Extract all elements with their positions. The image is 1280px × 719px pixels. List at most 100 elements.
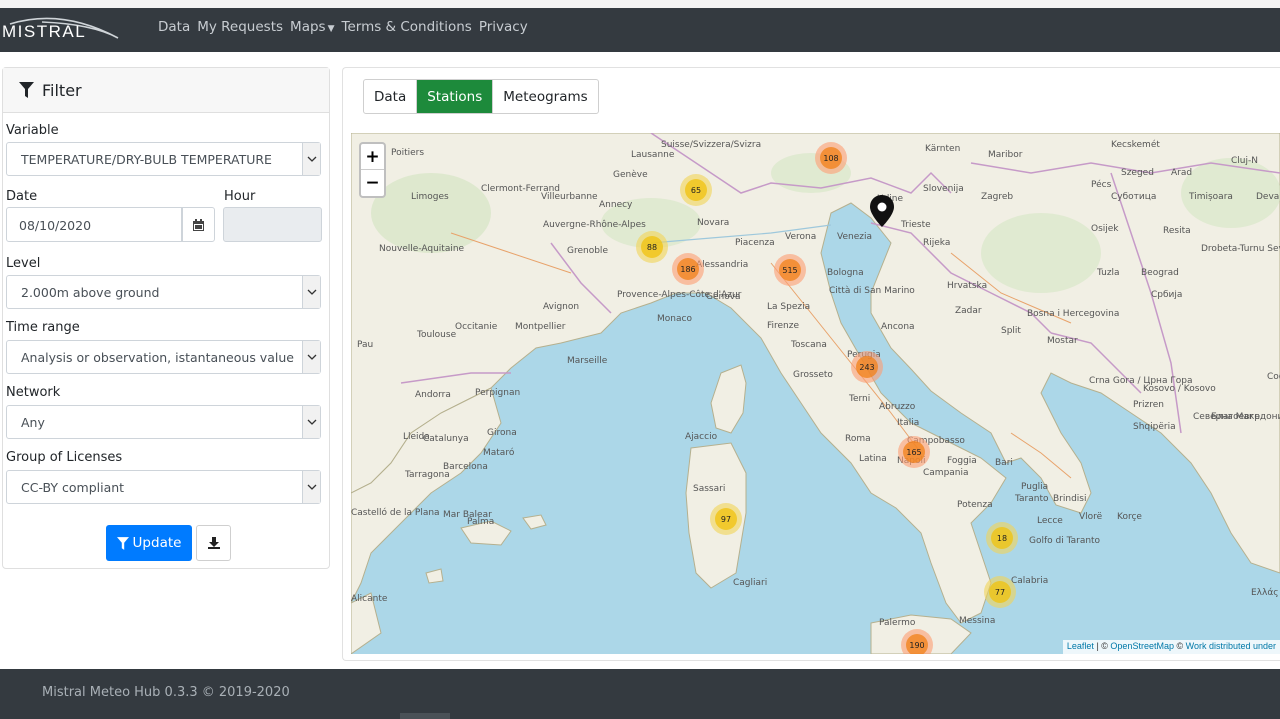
variable-value: TEMPERATURE/DRY-BULB TEMPERATURE xyxy=(21,152,272,167)
footer-text: Mistral Meteo Hub 0.3.3 © 2019-2020 xyxy=(42,685,290,700)
place-label: Provence-Alpes-Côte d'Azur xyxy=(617,289,742,300)
place-label: Italia xyxy=(897,418,919,428)
place-label: Auvergne-Rhône-Alpes xyxy=(543,219,646,230)
nav-maps[interactable]: Maps ▼ xyxy=(290,19,334,35)
nav-maps-label: Maps xyxy=(290,19,326,35)
place-label: Terni xyxy=(848,394,870,404)
station-cluster[interactable]: 186 xyxy=(672,253,704,285)
timerange-value: Analysis or observation, istantaneous va… xyxy=(21,350,294,365)
level-select[interactable]: 2.000m above ground xyxy=(6,275,321,309)
nav-data[interactable]: Data xyxy=(158,19,190,35)
place-label: Tuzla xyxy=(1096,268,1120,278)
cluster-count: 165 xyxy=(906,448,921,457)
download-button[interactable] xyxy=(196,525,231,561)
place-label: Montpellier xyxy=(515,322,566,332)
update-button[interactable]: Update xyxy=(106,525,192,561)
tab-meteograms[interactable]: Meteograms xyxy=(493,80,597,113)
station-cluster[interactable]: 243 xyxy=(851,351,883,383)
cluster-count: 65 xyxy=(691,186,701,195)
place-label: Potenza xyxy=(957,500,993,510)
place-label: Novara xyxy=(697,218,729,228)
place-label: Shqipëria xyxy=(1133,422,1176,432)
nav-terms[interactable]: Terms & Conditions xyxy=(342,19,472,35)
place-label: Occitanie xyxy=(455,322,498,332)
map-canvas: PoitiersLimogesClermont-FerrandVilleurba… xyxy=(351,133,1280,654)
place-label: Messina xyxy=(959,616,995,626)
place-label: Rijeka xyxy=(923,238,950,248)
place-label: Szeged xyxy=(1121,168,1154,178)
zoom-out-button[interactable]: − xyxy=(361,170,384,196)
hour-label: Hour xyxy=(224,189,256,204)
variable-select[interactable]: TEMPERATURE/DRY-BULB TEMPERATURE xyxy=(6,142,321,176)
place-label: Deva xyxy=(1256,192,1279,202)
timerange-select[interactable]: Analysis or observation, istantaneous va… xyxy=(6,340,321,374)
place-label: Grenoble xyxy=(567,246,608,256)
place-label: Pau xyxy=(357,340,373,350)
station-cluster[interactable]: 515 xyxy=(774,254,806,286)
tab-stations[interactable]: Stations xyxy=(417,80,494,113)
place-label: Alicante xyxy=(351,594,388,604)
brand-logo[interactable]: MISTRAL xyxy=(2,14,122,46)
attribution-sep: | © xyxy=(1093,641,1111,651)
filter-title: Filter xyxy=(42,80,82,100)
place-label: Ajaccio xyxy=(685,432,718,442)
station-cluster[interactable]: 18 xyxy=(986,522,1018,554)
place-label: Bari xyxy=(995,458,1013,468)
place-label: Bosna i Hercegovina xyxy=(1027,309,1119,319)
place-label: Trieste xyxy=(900,220,931,230)
nav-privacy[interactable]: Privacy xyxy=(479,19,528,35)
license-select[interactable]: CC-BY compliant xyxy=(6,470,321,504)
station-cluster[interactable]: 65 xyxy=(680,174,712,206)
station-cluster[interactable]: 77 xyxy=(984,576,1016,608)
nav-my-requests[interactable]: My Requests xyxy=(197,19,283,35)
place-label: Mostar xyxy=(1047,336,1078,346)
place-label: Foggia xyxy=(947,456,977,466)
place-label: Monaco xyxy=(657,314,692,324)
place-label: Toulouse xyxy=(416,330,457,340)
place-label: Drobeta-Turnu Severin xyxy=(1201,244,1280,254)
filter-icon xyxy=(116,536,129,550)
calendar-button[interactable] xyxy=(182,207,215,242)
leaflet-link[interactable]: Leaflet xyxy=(1067,641,1094,651)
tab-data[interactable]: Data xyxy=(364,80,418,113)
station-cluster[interactable]: 108 xyxy=(815,142,847,174)
top-strip xyxy=(0,0,1280,8)
place-label: Roma xyxy=(845,434,871,444)
place-label: Hrvatska xyxy=(947,281,987,291)
place-label: Osijek xyxy=(1091,224,1119,234)
filter-icon xyxy=(19,82,34,98)
place-label: Castelló de la Plana xyxy=(351,507,440,518)
place-label: Puglia xyxy=(1021,482,1048,492)
station-cluster[interactable]: 88 xyxy=(636,231,668,263)
timerange-label: Time range xyxy=(6,320,80,335)
place-label: Abruzzo xyxy=(879,402,916,412)
date-value: 08/10/2020 xyxy=(19,218,92,233)
place-label: Toscana xyxy=(790,340,827,350)
footer-tab xyxy=(400,713,450,719)
zoom-in-button[interactable]: + xyxy=(361,144,384,170)
filter-header: Filter xyxy=(3,68,329,113)
station-cluster[interactable]: 97 xyxy=(710,503,742,535)
place-label: Mataró xyxy=(483,447,515,458)
place-label: Prizren xyxy=(1133,400,1164,410)
place-label: Србија xyxy=(1151,290,1182,300)
place-label: Lecce xyxy=(1037,516,1063,526)
place-label: Kecskemét xyxy=(1111,139,1160,150)
place-label: Girona xyxy=(487,428,517,438)
place-label: Zadar xyxy=(955,306,982,316)
osm-link[interactable]: OpenStreetMap xyxy=(1110,641,1174,651)
network-select[interactable]: Any xyxy=(6,405,321,439)
date-label: Date xyxy=(6,189,38,204)
station-cluster[interactable]: 165 xyxy=(898,436,930,468)
place-label: Slovenija xyxy=(923,184,964,194)
cluster-count: 18 xyxy=(997,534,1007,543)
zoom-control: + − xyxy=(359,142,386,198)
chevron-down-icon xyxy=(302,143,320,175)
hour-input[interactable] xyxy=(223,207,322,242)
license-link[interactable]: Work distributed under xyxy=(1186,641,1276,651)
stations-map[interactable]: Poitiers Limoges Clermont-Ferrand Villeurba… xyxy=(351,133,1280,654)
place-label: Split xyxy=(1001,326,1021,336)
cluster-count: 186 xyxy=(680,265,695,274)
date-input[interactable]: 08/10/2020 xyxy=(6,207,182,242)
update-label: Update xyxy=(132,535,182,551)
